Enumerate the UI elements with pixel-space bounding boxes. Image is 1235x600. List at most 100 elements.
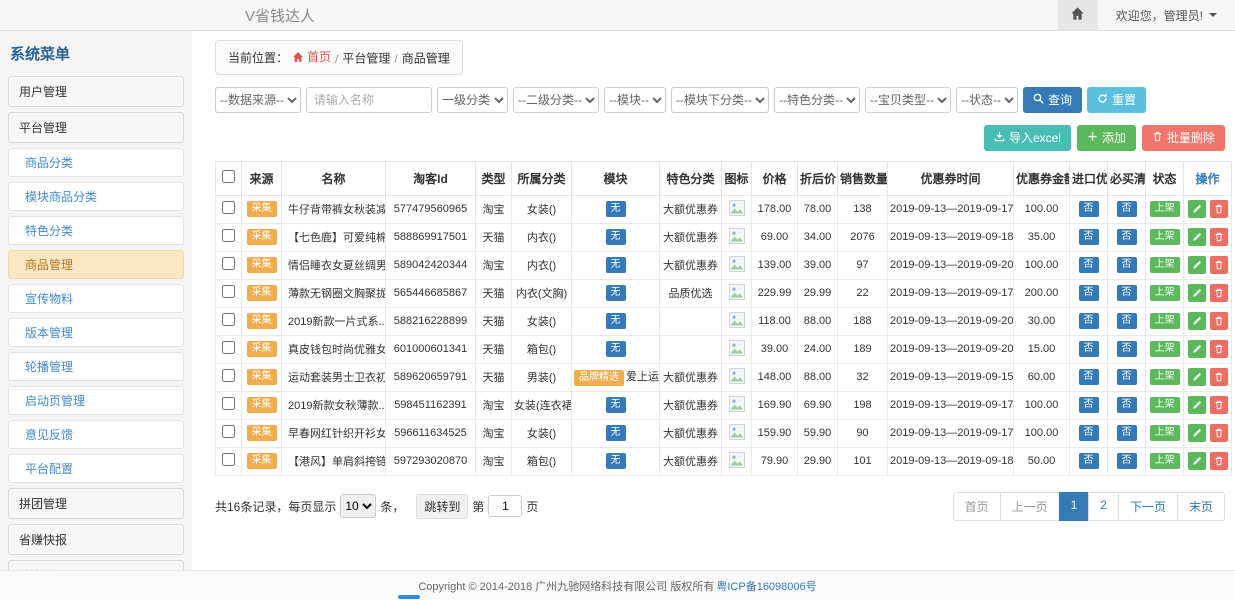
home-button[interactable] bbox=[1058, 0, 1098, 30]
sidebar-item[interactable]: 消息管理 bbox=[8, 560, 184, 570]
edit-button[interactable] bbox=[1188, 340, 1206, 358]
row-checkbox[interactable] bbox=[222, 285, 235, 298]
status-badge[interactable]: 上架 bbox=[1150, 369, 1180, 386]
status-badge[interactable]: 上架 bbox=[1150, 453, 1180, 470]
user-menu[interactable]: 欢迎您，管理员! bbox=[1098, 7, 1235, 24]
import-optional-toggle[interactable]: 否 bbox=[1079, 341, 1099, 358]
row-checkbox[interactable] bbox=[222, 257, 235, 270]
sidebar-subitem[interactable]: 商品管理 bbox=[8, 250, 184, 279]
edit-button[interactable] bbox=[1188, 228, 1206, 246]
icp-link[interactable]: 粤ICP备16098006号 bbox=[716, 578, 816, 594]
row-checkbox[interactable] bbox=[222, 397, 235, 410]
import-optional-toggle[interactable]: 否 bbox=[1079, 201, 1099, 218]
sidebar-subitem[interactable]: 特色分类 bbox=[8, 216, 184, 245]
delete-button[interactable] bbox=[1210, 312, 1228, 330]
delete-button[interactable] bbox=[1210, 228, 1228, 246]
edit-button[interactable] bbox=[1188, 452, 1206, 470]
must-buy-toggle[interactable]: 否 bbox=[1117, 453, 1137, 470]
must-buy-toggle[interactable]: 否 bbox=[1117, 425, 1137, 442]
filter-select[interactable]: --模块下分类-- bbox=[671, 87, 769, 113]
add-button[interactable]: 添加 bbox=[1077, 125, 1136, 151]
reset-button[interactable]: 重置 bbox=[1087, 87, 1146, 113]
sidebar-subitem[interactable]: 轮播管理 bbox=[8, 352, 184, 381]
import-optional-toggle[interactable]: 否 bbox=[1079, 453, 1099, 470]
import-optional-toggle[interactable]: 否 bbox=[1079, 397, 1099, 414]
row-checkbox[interactable] bbox=[222, 369, 235, 382]
row-checkbox[interactable] bbox=[222, 313, 235, 326]
status-badge[interactable]: 上架 bbox=[1150, 313, 1180, 330]
pagination-button[interactable]: 1 bbox=[1059, 492, 1090, 521]
status-badge[interactable]: 上架 bbox=[1150, 341, 1180, 358]
status-badge[interactable]: 上架 bbox=[1150, 425, 1180, 442]
edit-button[interactable] bbox=[1188, 200, 1206, 218]
breadcrumb-item[interactable]: 首页 bbox=[292, 48, 331, 65]
edit-button[interactable] bbox=[1188, 256, 1206, 274]
must-buy-toggle[interactable]: 否 bbox=[1117, 285, 1137, 302]
delete-button[interactable] bbox=[1210, 452, 1228, 470]
page-number-input[interactable] bbox=[488, 495, 522, 517]
sidebar-item[interactable]: 平台管理 bbox=[8, 112, 184, 143]
delete-button[interactable] bbox=[1210, 256, 1228, 274]
must-buy-toggle[interactable]: 否 bbox=[1117, 397, 1137, 414]
filter-select[interactable]: --宝贝类型-- bbox=[865, 87, 951, 113]
import-optional-toggle[interactable]: 否 bbox=[1079, 369, 1099, 386]
delete-button[interactable] bbox=[1210, 424, 1228, 442]
delete-button[interactable] bbox=[1210, 396, 1228, 414]
import-excel-button[interactable]: 导入excel bbox=[984, 125, 1071, 151]
must-buy-toggle[interactable]: 否 bbox=[1117, 257, 1137, 274]
name-search-input[interactable] bbox=[306, 87, 432, 113]
status-badge[interactable]: 上架 bbox=[1150, 397, 1180, 414]
delete-button[interactable] bbox=[1210, 340, 1228, 358]
delete-button[interactable] bbox=[1210, 284, 1228, 302]
row-checkbox[interactable] bbox=[222, 229, 235, 242]
must-buy-toggle[interactable]: 否 bbox=[1117, 229, 1137, 246]
import-optional-toggle[interactable]: 否 bbox=[1079, 313, 1099, 330]
import-optional-toggle[interactable]: 否 bbox=[1079, 285, 1099, 302]
edit-button[interactable] bbox=[1188, 396, 1206, 414]
sidebar-item[interactable]: 拼团管理 bbox=[8, 488, 184, 519]
status-badge[interactable]: 上架 bbox=[1150, 201, 1180, 218]
select-all-checkbox[interactable] bbox=[222, 170, 235, 183]
row-checkbox[interactable] bbox=[222, 341, 235, 354]
edit-button[interactable] bbox=[1188, 424, 1206, 442]
sidebar-item[interactable]: 省赚快报 bbox=[8, 524, 184, 555]
status-badge[interactable]: 上架 bbox=[1150, 257, 1180, 274]
row-checkbox[interactable] bbox=[222, 425, 235, 438]
edit-button[interactable] bbox=[1188, 368, 1206, 386]
must-buy-toggle[interactable]: 否 bbox=[1117, 313, 1137, 330]
batch-delete-button[interactable]: 批量删除 bbox=[1142, 125, 1225, 151]
sidebar-subitem[interactable]: 商品分类 bbox=[8, 148, 184, 177]
must-buy-toggle[interactable]: 否 bbox=[1117, 369, 1137, 386]
delete-button[interactable] bbox=[1210, 200, 1228, 218]
import-optional-toggle[interactable]: 否 bbox=[1079, 257, 1099, 274]
pagination-button[interactable]: 末页 bbox=[1177, 492, 1225, 521]
status-badge[interactable]: 上架 bbox=[1150, 229, 1180, 246]
edit-button[interactable] bbox=[1188, 284, 1206, 302]
sidebar-subitem[interactable]: 启动页管理 bbox=[8, 386, 184, 415]
row-checkbox[interactable] bbox=[222, 453, 235, 466]
status-badge[interactable]: 上架 bbox=[1150, 285, 1180, 302]
sidebar-subitem[interactable]: 模块商品分类 bbox=[8, 182, 184, 211]
filter-select[interactable]: --状态-- bbox=[956, 87, 1018, 113]
sidebar-subitem[interactable]: 意见反馈 bbox=[8, 420, 184, 449]
row-checkbox[interactable] bbox=[222, 201, 235, 214]
import-optional-toggle[interactable]: 否 bbox=[1079, 425, 1099, 442]
sidebar-item[interactable]: 用户管理 bbox=[8, 76, 184, 107]
must-buy-toggle[interactable]: 否 bbox=[1117, 341, 1137, 358]
delete-button[interactable] bbox=[1210, 368, 1228, 386]
pagination-button[interactable]: 下一页 bbox=[1118, 492, 1178, 521]
query-button[interactable]: 查询 bbox=[1023, 87, 1082, 113]
scrollbar-thumb[interactable] bbox=[398, 595, 420, 599]
edit-button[interactable] bbox=[1188, 312, 1206, 330]
per-page-select[interactable]: 10 bbox=[340, 494, 376, 518]
filter-select[interactable]: --特色分类-- bbox=[774, 87, 860, 113]
filter-select[interactable]: --数据来源-- bbox=[215, 87, 301, 113]
sidebar-subitem[interactable]: 版本管理 bbox=[8, 318, 184, 347]
filter-select[interactable]: --二级分类-- bbox=[513, 87, 599, 113]
filter-select[interactable]: --模块-- bbox=[604, 87, 666, 113]
sidebar-subitem[interactable]: 平台配置 bbox=[8, 454, 184, 483]
filter-select[interactable]: 一级分类 bbox=[437, 87, 508, 113]
import-optional-toggle[interactable]: 否 bbox=[1079, 229, 1099, 246]
sidebar-subitem[interactable]: 宣传物料 bbox=[8, 284, 184, 313]
pagination-button[interactable]: 2 bbox=[1088, 492, 1119, 521]
